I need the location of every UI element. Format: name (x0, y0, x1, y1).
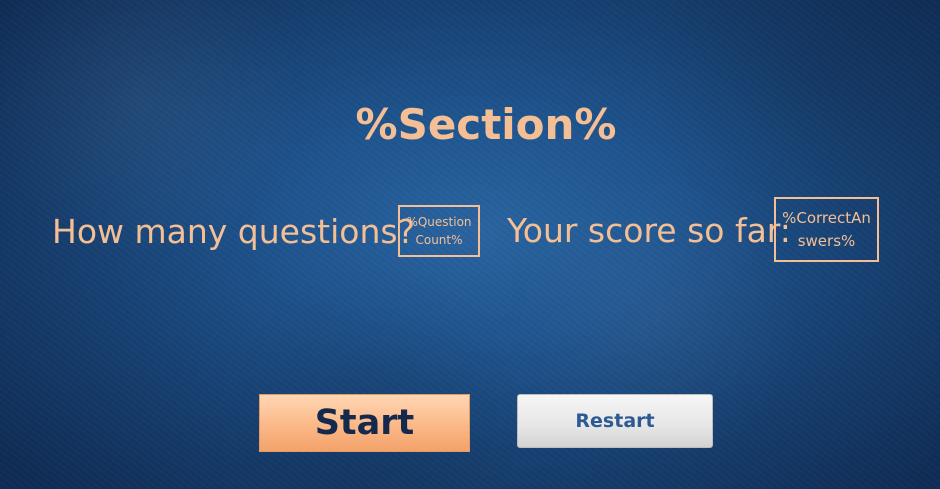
start-button[interactable]: Start (259, 394, 470, 452)
restart-button[interactable]: Restart (517, 394, 713, 448)
score-label: Your score so far: (507, 211, 791, 250)
question-count-label: How many questions? (52, 212, 416, 251)
score-value: %CorrectAnswers% (782, 208, 871, 250)
question-count-value: %QuestionCount% (406, 215, 472, 247)
quiz-section-screen: %Section% How many questions? %QuestionC… (0, 0, 940, 489)
score-box: %CorrectAnswers% (774, 197, 879, 262)
question-count-box: %QuestionCount% (398, 205, 480, 257)
section-title: %Section% (355, 100, 617, 149)
